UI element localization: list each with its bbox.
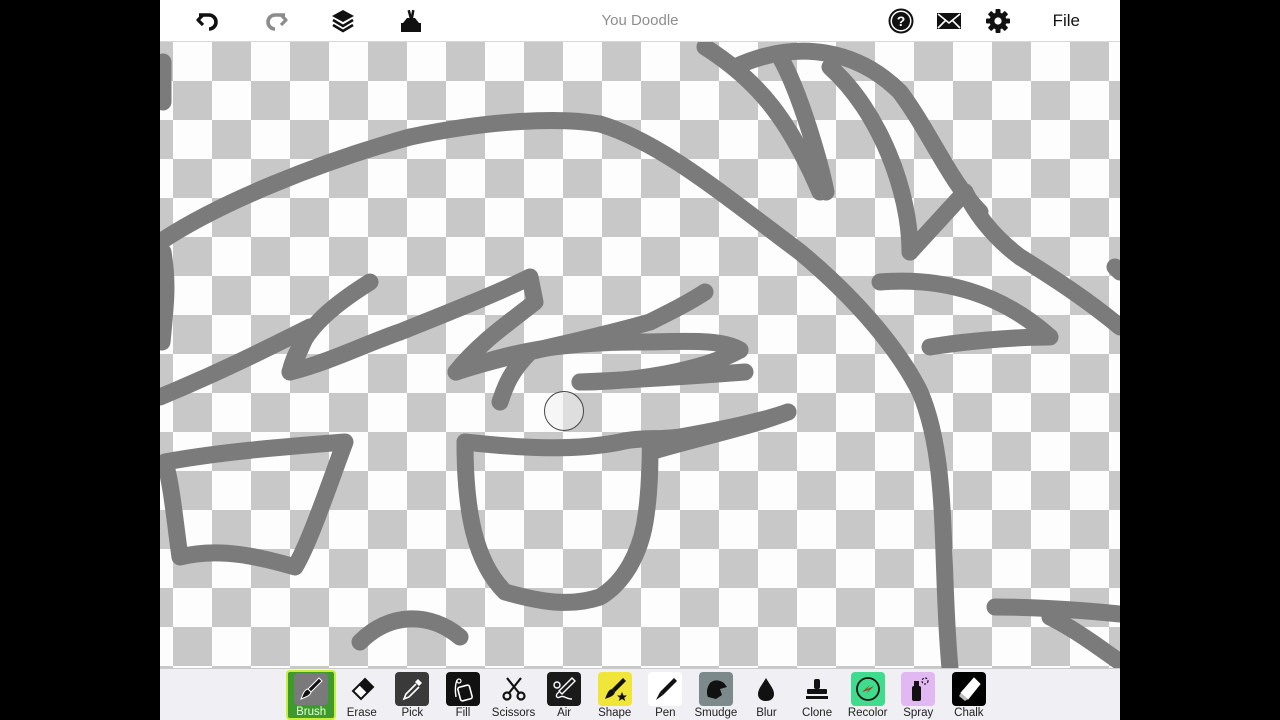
tool-air[interactable]: Air: [539, 669, 590, 720]
tool-label: Scissors: [491, 707, 536, 719]
help-icon: ?: [888, 8, 914, 34]
stroke: [726, 42, 989, 221]
mail-icon: [937, 13, 961, 29]
stroke: [901, 183, 974, 261]
svg-text:?: ?: [897, 13, 906, 29]
toolbox-icon: [401, 9, 421, 32]
top-toolbar: You Doodle ? File: [160, 0, 1120, 42]
tool-label: Spray: [903, 707, 934, 719]
tool-smudge[interactable]: Smudge: [691, 669, 742, 720]
tool-recolor[interactable]: Recolor: [842, 669, 893, 720]
tool-scissors[interactable]: Scissors: [488, 669, 539, 720]
brush-icon: [294, 673, 329, 705]
tool-label: Pen: [655, 707, 676, 719]
stroke: [160, 243, 175, 351]
tool-spray[interactable]: Spray: [893, 669, 944, 720]
scissors-icon: [497, 672, 531, 706]
file-menu-button[interactable]: File: [1053, 11, 1080, 31]
smudge-icon: [698, 672, 733, 706]
redo-button[interactable]: [261, 6, 291, 36]
blur-icon: [749, 672, 783, 706]
app-window: You Doodle ? File Brush Erase Pick Fill …: [160, 0, 1120, 720]
brush-cursor: [544, 391, 584, 431]
tool-label: Shape: [598, 707, 632, 719]
settings-button[interactable]: [983, 6, 1013, 36]
layers-button[interactable]: [328, 6, 358, 36]
recolor-icon: [850, 672, 885, 706]
tool-erase[interactable]: Erase: [336, 669, 387, 720]
stroke: [456, 433, 659, 611]
stroke: [571, 363, 754, 391]
tool-label: Fill: [455, 707, 471, 719]
stroke: [160, 433, 354, 576]
toolbox-button[interactable]: [396, 6, 426, 36]
tool-label: Erase: [346, 707, 377, 719]
undo-icon: [196, 13, 218, 31]
tool-label: Clone: [802, 707, 833, 719]
tool-label: Recolor: [847, 707, 888, 719]
tool-label: Blur: [756, 707, 777, 719]
pick-icon: [395, 672, 430, 706]
drawing-strokes: [160, 42, 1120, 668]
help-button[interactable]: ?: [886, 6, 916, 36]
layers-icon: [332, 10, 354, 33]
app-title: You Doodle: [601, 12, 679, 29]
chalk-icon: [951, 672, 986, 706]
tool-chalk[interactable]: Chalk: [944, 669, 995, 720]
tool-blur[interactable]: Blur: [741, 669, 792, 720]
stroke: [351, 610, 469, 651]
clone-icon: [800, 672, 834, 706]
stroke: [1041, 608, 1120, 668]
tool-fill[interactable]: Fill: [438, 669, 489, 720]
gear-icon: [986, 9, 1010, 33]
drawing-canvas[interactable]: [160, 42, 1120, 668]
tool-label: Pick: [401, 707, 424, 719]
fill-icon: [445, 672, 480, 706]
mail-button[interactable]: [934, 6, 964, 36]
stroke: [1106, 258, 1120, 281]
tool-pick[interactable]: Pick: [387, 669, 438, 720]
tool-brush[interactable]: Brush: [285, 670, 337, 720]
tool-shape[interactable]: Shape: [589, 669, 640, 720]
pen-icon: [648, 672, 683, 706]
tool-label: Air: [557, 707, 572, 719]
erase-icon: [345, 672, 379, 706]
redo-icon: [266, 13, 288, 31]
tool-label: Chalk: [954, 707, 984, 719]
shape-icon: [597, 672, 632, 706]
tool-label: Brush: [296, 706, 327, 718]
tool-palette: Brush Erase Pick Fill Scissors Air Shape Pen Smu…: [160, 668, 1120, 720]
air-icon: [547, 672, 582, 706]
undo-button[interactable]: [193, 6, 223, 36]
stroke: [871, 272, 1059, 356]
tool-clone[interactable]: Clone: [792, 669, 843, 720]
tool-label: Smudge: [694, 707, 738, 719]
spray-icon: [901, 672, 936, 706]
tool-pen[interactable]: Pen: [640, 669, 691, 720]
